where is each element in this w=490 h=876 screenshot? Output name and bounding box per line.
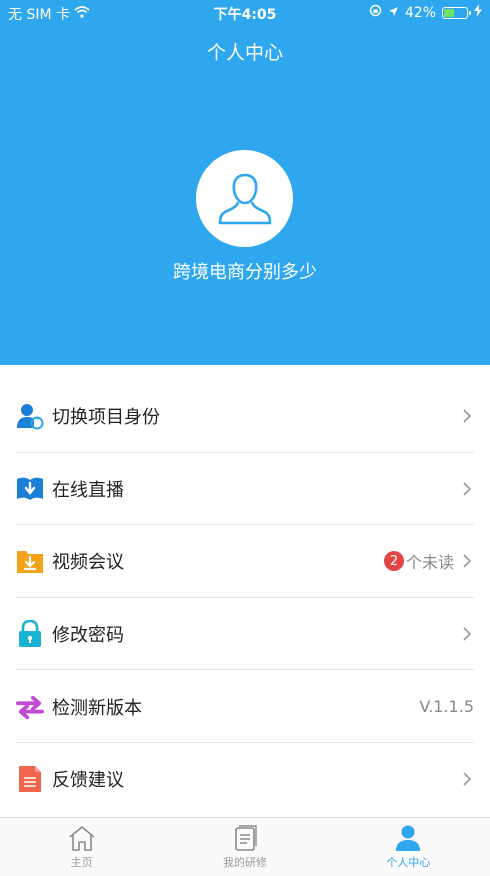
menu-item-change-password[interactable]: 修改密码 xyxy=(0,598,490,671)
chevron-right-icon xyxy=(463,482,472,496)
tab-bar: 主页 我的研修 个人中心 xyxy=(0,817,490,876)
version-text: V.1.1.5 xyxy=(419,697,474,717)
menu-label-change-password: 修改密码 xyxy=(52,625,124,647)
chevron-right-icon xyxy=(463,554,472,569)
tab-my-study[interactable]: 我的研修 xyxy=(163,818,326,876)
menu-label-check-version: 检测新版本 xyxy=(52,697,142,719)
location-arrow-icon xyxy=(388,5,399,21)
chevron-right-icon xyxy=(463,409,472,423)
menu-item-check-version[interactable]: 检测新版本 V.1.1.5 xyxy=(0,670,490,743)
username: 跨境电商分别多少 xyxy=(173,262,317,283)
unread-text: 个未读 xyxy=(405,553,454,573)
update-arrows-icon xyxy=(16,693,44,721)
status-bar: 无 SIM 卡 下午4:05 42% xyxy=(0,0,490,26)
live-book-icon xyxy=(16,475,44,503)
menu-label-video-meeting: 视频会议 xyxy=(52,552,124,574)
unread-badge: 2 xyxy=(383,551,404,572)
rotation-lock-icon xyxy=(369,4,382,21)
tab-label-profile: 个人中心 xyxy=(386,856,431,869)
menu-item-video-meeting[interactable]: 视频会议 2 个未读 xyxy=(0,525,490,598)
charging-bolt-icon xyxy=(474,4,482,21)
tab-profile[interactable]: 个人中心 xyxy=(327,818,490,876)
avatar[interactable] xyxy=(196,150,293,247)
chevron-right-icon xyxy=(463,627,472,641)
menu-item-feedback[interactable]: 反馈建议 xyxy=(0,743,490,816)
settings-menu: 切换项目身份 在线直播 视频会议 2 个未读 修改密码 检测新版本 V.1.1.… xyxy=(0,380,490,816)
download-folder-icon xyxy=(16,547,44,575)
menu-label-switch-identity: 切换项目身份 xyxy=(52,407,160,429)
chevron-right-icon xyxy=(463,772,472,786)
menu-item-switch-identity[interactable]: 切换项目身份 xyxy=(0,380,490,453)
battery-percent: 42% xyxy=(404,4,436,21)
person-icon xyxy=(396,825,421,851)
battery-icon xyxy=(442,6,471,19)
user-outline-icon xyxy=(218,173,271,224)
tab-label-home: 主页 xyxy=(70,856,93,869)
home-icon xyxy=(69,826,95,851)
profile-header: 无 SIM 卡 下午4:05 42% 个人中心 跨境电商分别多少 xyxy=(0,0,490,365)
page-title: 个人中心 xyxy=(206,42,283,64)
tab-label-my-study: 我的研修 xyxy=(222,856,267,869)
menu-item-live-stream[interactable]: 在线直播 xyxy=(0,453,490,526)
menu-label-feedback: 反馈建议 xyxy=(52,770,124,792)
user-switch-icon xyxy=(16,402,44,430)
tab-home[interactable]: 主页 xyxy=(0,818,163,876)
document-icon xyxy=(16,765,44,793)
notes-icon xyxy=(235,825,257,851)
menu-label-live-stream: 在线直播 xyxy=(52,479,124,501)
lock-icon xyxy=(16,620,44,648)
